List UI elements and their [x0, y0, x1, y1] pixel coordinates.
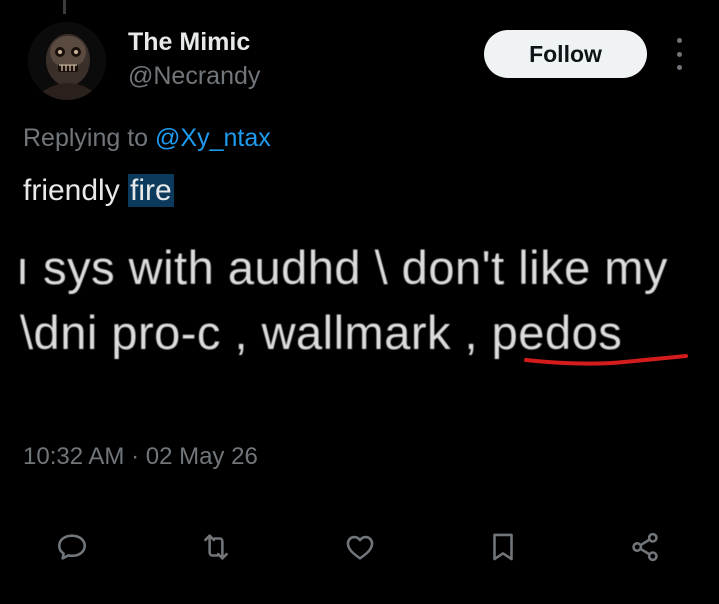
tweet-page: The Mimic @Necrandy Follow Replying to @…	[0, 0, 719, 604]
replying-to-prefix: Replying to	[23, 124, 156, 152]
bookmark-button[interactable]	[480, 524, 526, 570]
author-handle[interactable]: @Necrandy	[128, 62, 260, 91]
reply-icon	[57, 534, 87, 560]
thread-connector-line	[63, 0, 66, 14]
reply-button[interactable]	[49, 524, 95, 570]
author-display-name[interactable]: The Mimic	[128, 28, 250, 57]
more-options-icon[interactable]	[668, 38, 690, 70]
red-underline-mark	[524, 354, 688, 366]
action-bar	[0, 520, 719, 572]
repost-button[interactable]	[193, 524, 239, 570]
tweet-timestamp[interactable]: 10:32 AM · 02 May 26	[23, 443, 258, 471]
share-icon	[632, 532, 658, 562]
bookmark-icon	[493, 533, 513, 561]
embedded-image[interactable]: ı sys with audhd \ don't like my \dni pr…	[0, 232, 719, 382]
like-button[interactable]	[337, 524, 383, 570]
follow-button[interactable]: Follow	[484, 30, 647, 78]
tweet-text-highlighted: fire	[128, 174, 174, 207]
like-icon	[346, 535, 374, 560]
share-button[interactable]	[622, 524, 668, 570]
avatar-image	[28, 22, 106, 100]
avatar[interactable]	[28, 22, 106, 100]
tweet-text: friendly fire	[23, 174, 174, 208]
embedded-image-line-1: ı sys with audhd \ don't like my	[16, 241, 668, 294]
replying-to-line: Replying to @Xy_ntax	[23, 124, 271, 153]
tweet-text-plain: friendly	[23, 174, 129, 207]
repost-icon	[204, 534, 228, 560]
reply-mention-link[interactable]: @Xy_ntax	[155, 124, 271, 152]
